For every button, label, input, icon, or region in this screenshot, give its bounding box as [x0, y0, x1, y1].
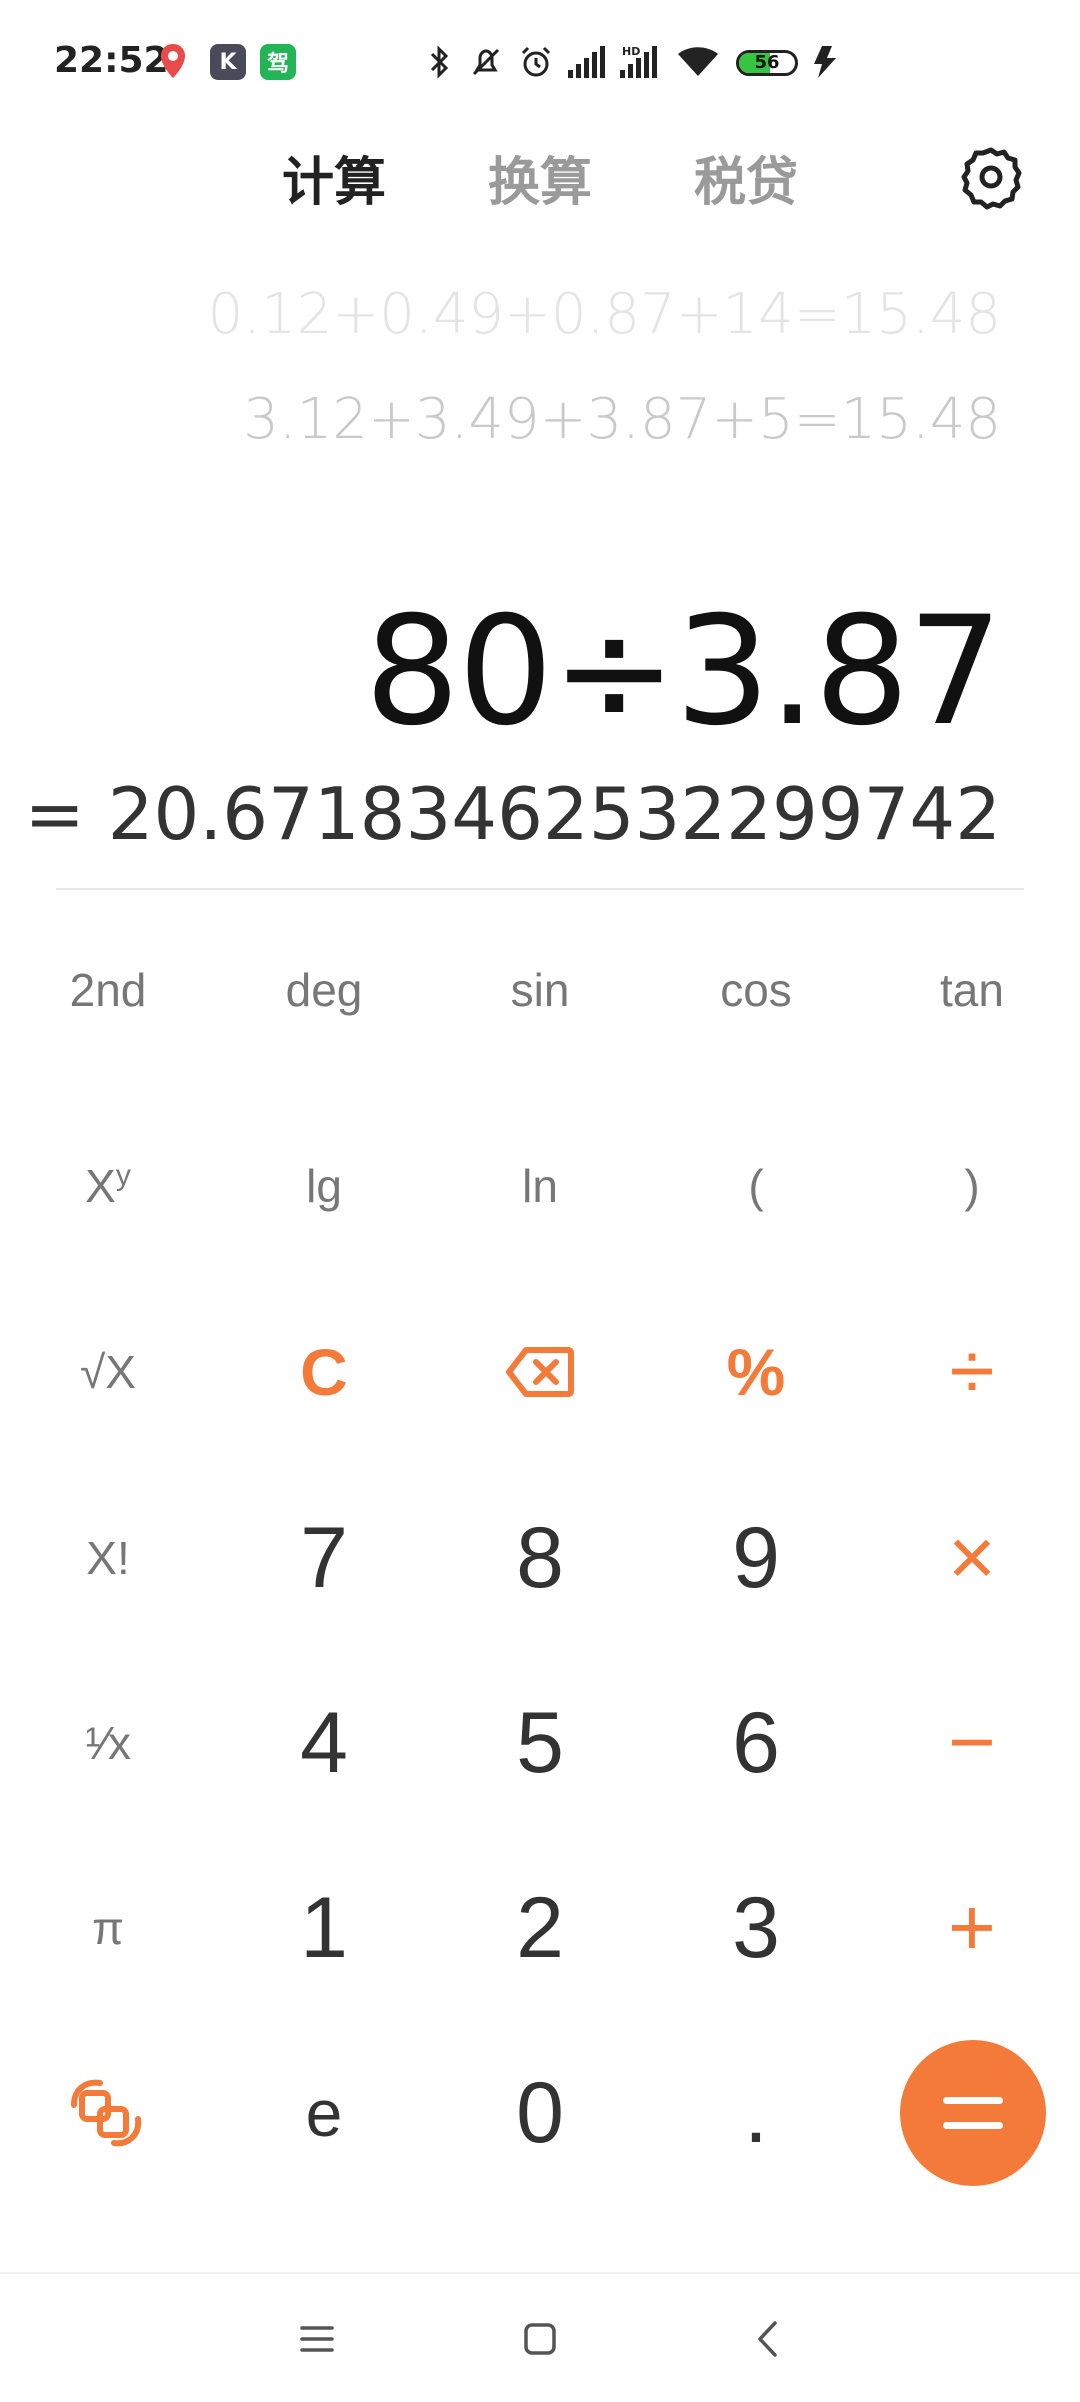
key-reciprocal[interactable]: ¹⁄x	[8, 1683, 208, 1803]
settings-gear-icon[interactable]	[958, 144, 1024, 210]
key-toggle-mode[interactable]	[8, 2053, 208, 2173]
status-time: 22:52	[54, 40, 169, 81]
result-display: = 20.67183462532299742	[24, 772, 1001, 856]
key-minus[interactable]: −	[872, 1683, 1072, 1803]
k-app-badge-label: K	[210, 44, 246, 80]
key-deg[interactable]: deg	[224, 930, 424, 1050]
key-2nd[interactable]: 2nd	[8, 930, 208, 1050]
key-power[interactable]: Xy	[8, 1126, 208, 1246]
key-dot[interactable]: .	[656, 2053, 856, 2173]
key-clear[interactable]: C	[224, 1312, 424, 1432]
charging-icon	[810, 42, 840, 82]
key-power-exponent: y	[115, 1159, 131, 1192]
key-e[interactable]: e	[224, 2053, 424, 2173]
key-divide[interactable]: ÷	[872, 1312, 1072, 1432]
key-1[interactable]: 1	[224, 1868, 424, 1988]
home-nav-icon[interactable]	[505, 2304, 575, 2374]
menu-nav-icon[interactable]	[282, 2304, 352, 2374]
location-app-icon	[158, 42, 188, 82]
key-7[interactable]: 7	[224, 1498, 424, 1618]
key-equals[interactable]	[900, 2040, 1046, 2186]
key-8[interactable]: 8	[440, 1498, 640, 1618]
key-3[interactable]: 3	[656, 1868, 856, 1988]
mode-tabs: 计算 换算 税贷	[0, 140, 1080, 230]
key-0[interactable]: 0	[440, 2053, 640, 2173]
tab-convert[interactable]: 换算	[488, 140, 592, 215]
key-lg[interactable]: lg	[224, 1126, 424, 1246]
key-2[interactable]: 2	[440, 1868, 640, 1988]
key-factorial[interactable]: X!	[8, 1498, 208, 1618]
key-5[interactable]: 5	[440, 1683, 640, 1803]
tab-calculate[interactable]: 计算	[282, 140, 386, 215]
alarm-icon	[518, 42, 554, 82]
back-nav-icon[interactable]	[733, 2304, 803, 2374]
history-line[interactable]: 0.12+0.49+0.87+14=15.48	[208, 282, 1001, 347]
divider	[56, 888, 1024, 890]
key-multiply[interactable]: ×	[872, 1498, 1072, 1618]
key-percent[interactable]: %	[656, 1312, 856, 1432]
key-cos[interactable]: cos	[656, 930, 856, 1050]
battery-icon: 56	[736, 50, 798, 76]
key-4[interactable]: 4	[224, 1683, 424, 1803]
history-line[interactable]: 3.12+3.49+3.87+5=15.48	[243, 387, 1001, 452]
wifi-icon	[676, 42, 720, 82]
backspace-icon	[506, 1347, 574, 1397]
signal-icon	[566, 42, 608, 82]
status-bar: 22:52 K 驾 HD 56	[0, 0, 1080, 130]
key-ln[interactable]: ln	[440, 1126, 640, 1246]
key-plus[interactable]: +	[872, 1868, 1072, 1988]
key-tan[interactable]: tan	[872, 930, 1072, 1050]
mute-icon	[468, 42, 504, 82]
k-app-icon: K	[210, 42, 246, 82]
key-close-paren[interactable]: )	[872, 1126, 1072, 1246]
equals-icon	[943, 2097, 1003, 2129]
signal-hd-icon: HD	[618, 42, 664, 82]
key-open-paren[interactable]: (	[656, 1126, 856, 1246]
key-power-base: X	[85, 1160, 116, 1212]
expression-display[interactable]: 80÷3.87	[364, 585, 1003, 759]
key-9[interactable]: 9	[656, 1498, 856, 1618]
tab-tax-loan[interactable]: 税贷	[694, 140, 798, 215]
jia-app-icon: 驾	[260, 42, 296, 82]
jia-app-badge-label: 驾	[260, 44, 296, 80]
switch-mode-icon	[71, 2079, 142, 2147]
bluetooth-icon	[428, 42, 452, 82]
key-6[interactable]: 6	[656, 1683, 856, 1803]
svg-text:HD: HD	[622, 45, 640, 58]
navigation-bar	[0, 2272, 1080, 2402]
key-sin[interactable]: sin	[440, 930, 640, 1050]
battery-level: 56	[754, 52, 780, 73]
key-sqrt[interactable]: √X	[8, 1312, 208, 1432]
key-backspace[interactable]	[440, 1312, 640, 1432]
key-pi[interactable]: π	[8, 1868, 208, 1988]
